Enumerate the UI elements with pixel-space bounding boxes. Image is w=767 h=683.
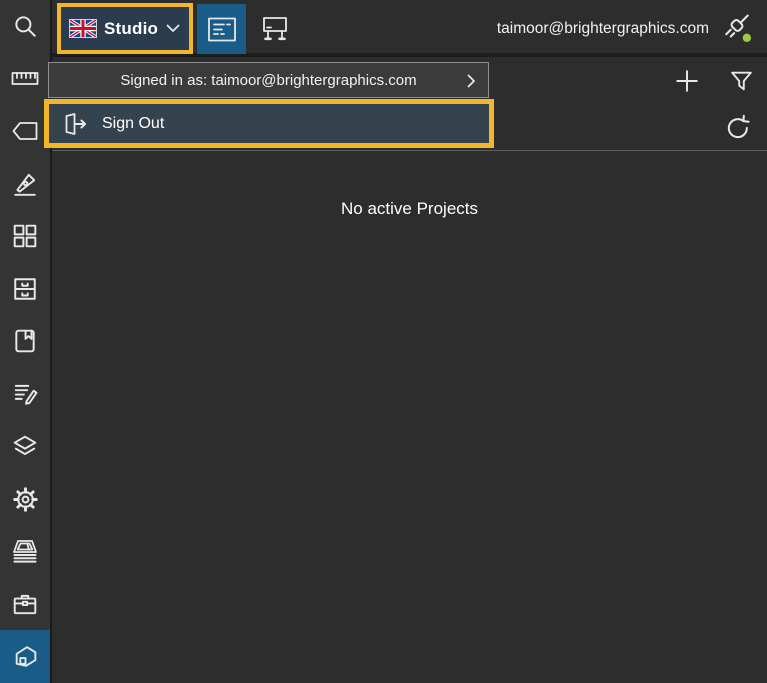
sign-out-menu-item[interactable]: Sign Out bbox=[49, 104, 489, 143]
sidebar-item-output[interactable] bbox=[0, 525, 50, 578]
signed-in-as-label: Signed in as: taimoor@brightergraphics.c… bbox=[120, 71, 417, 89]
add-project-button[interactable] bbox=[671, 65, 703, 97]
pen-tool-icon bbox=[12, 171, 38, 197]
form-view-button[interactable] bbox=[197, 4, 246, 54]
sidebar-item-toolbox[interactable] bbox=[0, 578, 50, 631]
layers-icon bbox=[12, 434, 38, 460]
sign-out-highlight: Sign Out bbox=[44, 99, 494, 148]
connection-status-button[interactable] bbox=[720, 11, 758, 49]
edit-document-icon bbox=[12, 381, 38, 407]
signed-in-email: taimoor@brightergraphics.com bbox=[496, 20, 709, 37]
sidebar-item-draw[interactable] bbox=[0, 158, 50, 211]
studio-menu-button[interactable]: Studio bbox=[61, 7, 189, 50]
whiteboard-view-button[interactable] bbox=[250, 4, 299, 54]
studio-menu-label: Studio bbox=[104, 18, 159, 38]
settings-gear-icon bbox=[12, 486, 39, 513]
plus-icon bbox=[674, 68, 700, 94]
toolbar-divider bbox=[52, 150, 767, 151]
press-output-icon bbox=[11, 539, 39, 564]
ruler-icon bbox=[11, 70, 39, 88]
chevron-right-icon bbox=[467, 74, 476, 88]
sidebar-item-notes[interactable] bbox=[0, 368, 50, 421]
plug-icon bbox=[720, 11, 758, 45]
drawer-icon bbox=[12, 276, 38, 302]
whiteboard-icon bbox=[260, 15, 290, 43]
signed-in-as-menu-item[interactable]: Signed in as: taimoor@brightergraphics.c… bbox=[48, 62, 489, 98]
uk-flag-icon bbox=[69, 19, 97, 38]
top-bar: Studio taimoor@brightergraphics.com bbox=[52, 0, 767, 57]
filter-icon bbox=[729, 69, 754, 94]
sidebar-item-settings[interactable] bbox=[0, 473, 50, 526]
sidebar-item-measure[interactable] bbox=[0, 53, 50, 106]
status-dot-connected bbox=[742, 33, 752, 43]
refresh-icon bbox=[724, 114, 751, 141]
sidebar-item-library[interactable] bbox=[0, 315, 50, 368]
grid-icon bbox=[12, 223, 38, 249]
sidebar-item-archive[interactable] bbox=[0, 263, 50, 316]
search-icon bbox=[12, 13, 38, 39]
sign-out-icon bbox=[62, 112, 88, 136]
sidebar-item-search[interactable] bbox=[0, 0, 50, 53]
sidebar-item-modules[interactable] bbox=[0, 210, 50, 263]
form-view-icon bbox=[207, 16, 237, 43]
bookmark-icon bbox=[12, 328, 38, 354]
studio-menu-highlight: Studio bbox=[57, 3, 193, 54]
filter-button[interactable] bbox=[725, 65, 757, 97]
sign-out-label: Sign Out bbox=[102, 114, 165, 132]
refresh-button[interactable] bbox=[721, 111, 753, 143]
sidebar-item-home[interactable] bbox=[0, 630, 50, 683]
sidebar-item-layers[interactable] bbox=[0, 420, 50, 473]
empty-projects-message: No active Projects bbox=[341, 199, 478, 218]
sidebar-item-labels[interactable] bbox=[0, 105, 50, 158]
chevron-down-icon bbox=[166, 24, 180, 33]
tag-icon bbox=[12, 121, 38, 141]
home-icon bbox=[12, 644, 39, 669]
toolbox-icon bbox=[12, 591, 38, 617]
